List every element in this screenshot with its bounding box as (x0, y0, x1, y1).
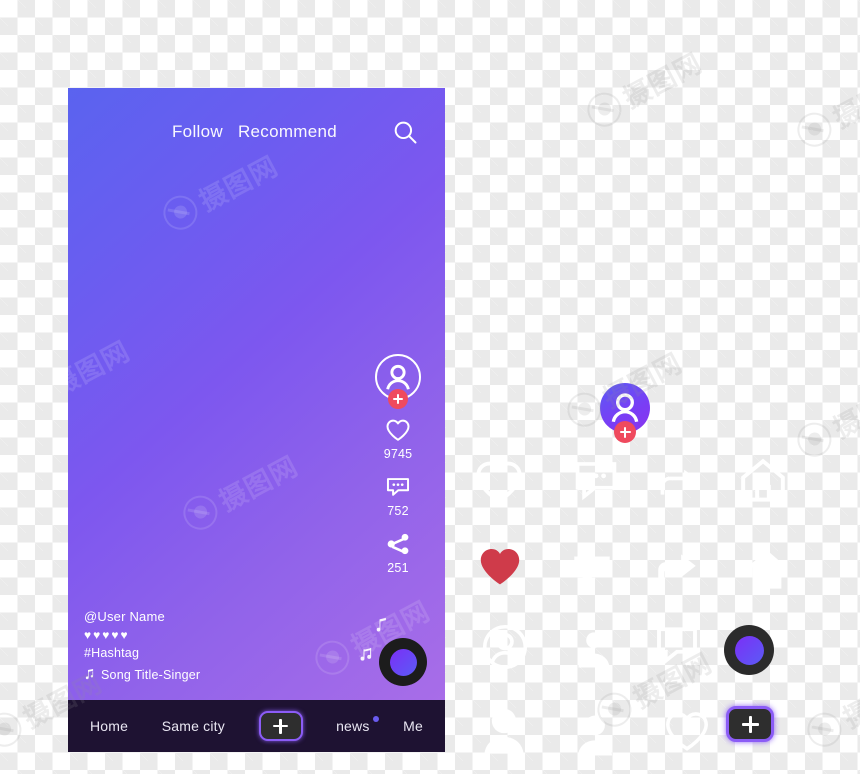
watermark-text: 摄图网 (214, 450, 303, 517)
username[interactable]: @User Name (84, 609, 334, 624)
floating-music-note-2 (358, 643, 377, 670)
heart-rating: ♥♥♥♥♥ (84, 628, 130, 642)
phone-mockup: Follow Recommend 9745 752 251 @User Name… (68, 88, 445, 752)
tab-follow[interactable]: Follow (172, 122, 223, 142)
music-note-icon (85, 668, 94, 680)
app-header: Follow Recommend (68, 114, 445, 150)
app-screen: Follow Recommend 9745 752 251 @User Name… (68, 88, 445, 700)
ghost-share-outline (652, 460, 712, 512)
share-count: 251 (387, 561, 409, 575)
aperture-icon (0, 706, 28, 753)
tab-recommend[interactable]: Recommend (238, 122, 337, 142)
aperture-icon (157, 189, 204, 236)
news-badge-dot (372, 716, 379, 722)
ghost-avatar-filled (568, 622, 620, 674)
record-disc-icon (389, 648, 417, 676)
song-title: Song Title-Singer (101, 667, 201, 682)
search-icon[interactable] (391, 118, 419, 146)
rail-avatar[interactable] (375, 354, 421, 409)
hashtag[interactable]: #Hashtag (84, 646, 334, 660)
video-info: @User Name ♥♥♥♥♥ #Hashtag Song Title-Sin… (84, 609, 334, 682)
nav-add-button[interactable] (258, 711, 303, 741)
aperture-icon (581, 86, 628, 133)
comment-action[interactable]: 752 (383, 473, 413, 518)
ghost-avatar-outline (478, 620, 532, 674)
plus-icon (388, 389, 408, 409)
asset-avatar-with-add-badge[interactable] (600, 383, 650, 443)
watermark-text: 摄图网 (838, 667, 860, 734)
ghost-avatar-blob-2 (568, 706, 622, 760)
watermark-text: 摄图网 (618, 47, 707, 114)
song-row[interactable]: Song Title-Singer (84, 667, 334, 682)
record-disc[interactable] (379, 638, 427, 686)
ghost-heart-outline-2 (660, 706, 714, 756)
bottom-navigation: Home Same city news Me (68, 700, 445, 752)
nav-item-me[interactable]: Me (403, 718, 423, 734)
asset-add-button[interactable] (726, 706, 774, 742)
plus-icon (614, 421, 636, 443)
nav-item-news-label: news (336, 718, 370, 734)
watermark-text: 摄图网 (68, 335, 135, 402)
like-action[interactable]: 9745 (383, 416, 413, 461)
ghost-home-filled (738, 543, 796, 597)
aperture-icon (791, 416, 838, 463)
header-tabs: Follow Recommend (172, 122, 337, 142)
comment-icon (386, 478, 410, 496)
action-rail: 9745 752 251 (365, 354, 431, 587)
nav-item-news[interactable]: news (336, 716, 379, 734)
aperture-icon (177, 489, 224, 536)
aperture-icon (801, 706, 848, 753)
asset-heart[interactable] (474, 542, 526, 595)
nav-item-home[interactable]: Home (90, 718, 128, 734)
ghost-comment-outline (568, 452, 624, 504)
ghost-comment-filled (562, 545, 622, 595)
record-disc-icon (734, 635, 764, 665)
ghost-heart-outline (470, 455, 528, 509)
comment-count: 752 (387, 504, 409, 518)
ghost-home-outline (733, 453, 793, 509)
watermark-text: 摄图网 (194, 150, 283, 217)
nav-item-same-city[interactable]: Same city (162, 718, 225, 734)
asset-record-disc[interactable] (724, 625, 774, 675)
watermark-text: 摄图网 (828, 67, 860, 134)
heart-icon (386, 419, 410, 441)
heart-icon (480, 549, 520, 585)
watermark-text: 摄图网 (828, 377, 860, 444)
share-action[interactable]: 251 (383, 530, 413, 575)
ghost-share-filled (648, 545, 706, 595)
like-count: 9745 (383, 447, 413, 461)
ghost-avatar-blob (476, 700, 532, 756)
aperture-icon (791, 106, 838, 153)
floating-music-note-1 (374, 615, 391, 640)
share-icon (387, 533, 409, 555)
image-canvas: Follow Recommend 9745 752 251 @User Name… (0, 0, 860, 774)
ghost-comment-outline-2 (648, 618, 706, 672)
